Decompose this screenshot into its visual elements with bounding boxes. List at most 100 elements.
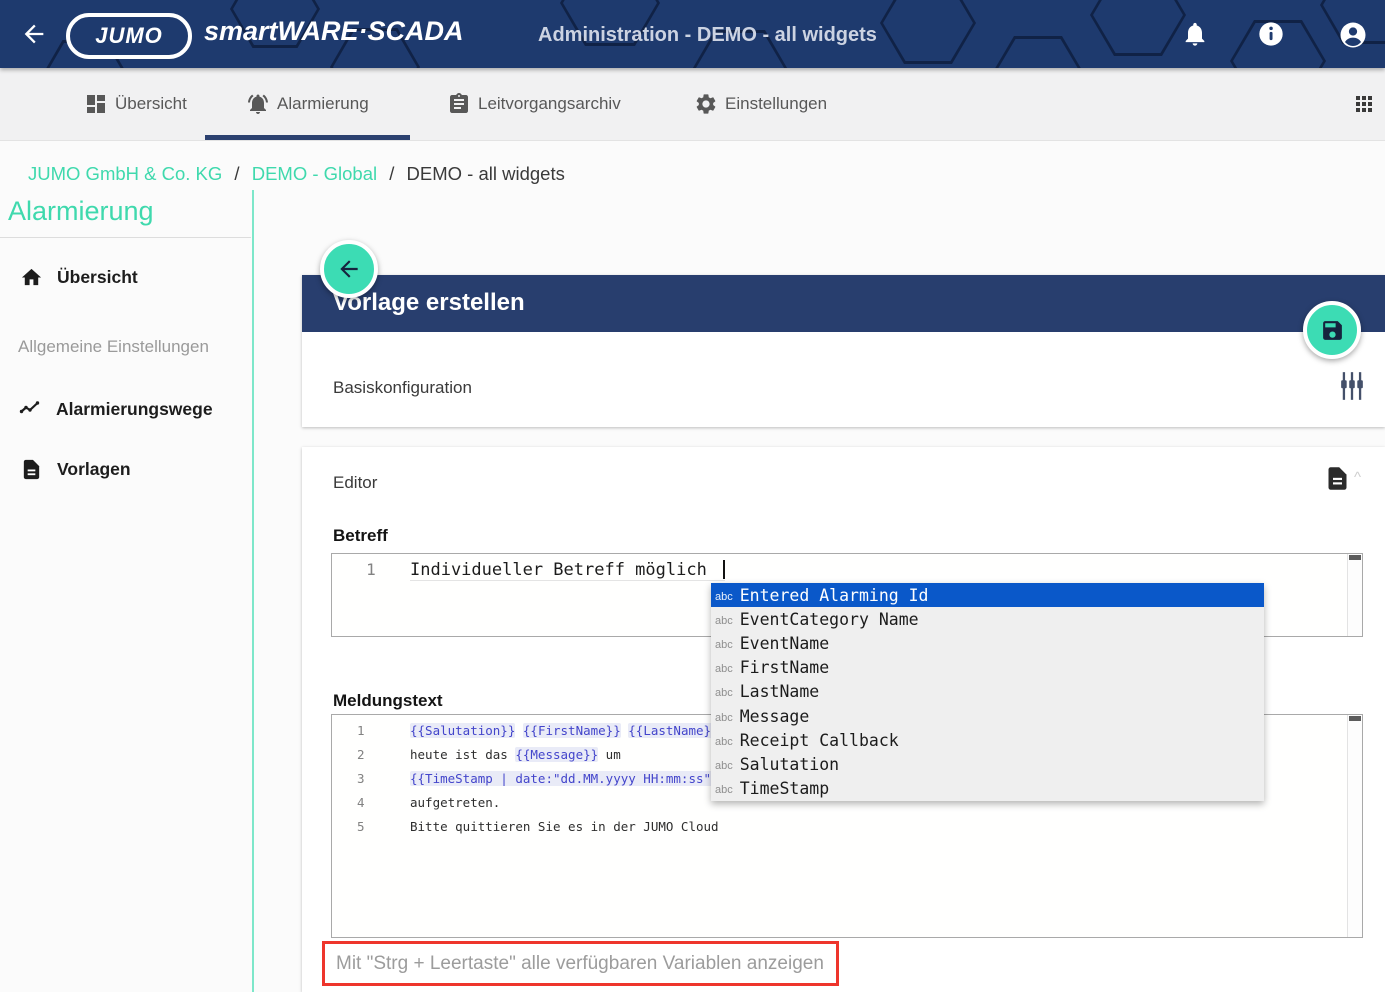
- abc-variable-type-icon: abc: [715, 784, 733, 796]
- autocomplete-item[interactable]: abcEventName: [711, 631, 1264, 655]
- code-text: heute ist das: [410, 747, 515, 762]
- bell-ring-icon: [246, 92, 270, 116]
- main-tab-bar: Übersicht Alarmierung Leitvorgangsarchiv…: [0, 68, 1385, 141]
- tab-leitvorgangsarchiv[interactable]: Leitvorgangsarchiv: [447, 68, 621, 140]
- tab-einstellungen[interactable]: Einstellungen: [694, 68, 827, 140]
- editor-line[interactable]: 5Bitte quittieren Sie es in der JUMO Clo…: [332, 815, 1362, 839]
- abc-variable-type-icon: abc: [715, 687, 733, 699]
- autocomplete-item-label: Salutation: [740, 755, 839, 774]
- jumo-logo: JUMO: [66, 13, 192, 59]
- autocomplete-item[interactable]: abcFirstName: [711, 656, 1264, 680]
- code-text: [515, 723, 523, 738]
- text-cursor: [723, 560, 725, 579]
- breadcrumb-org-link[interactable]: JUMO GmbH & Co. KG: [28, 163, 222, 184]
- sidebar-item-label: Übersicht: [57, 267, 138, 288]
- autocomplete-item[interactable]: abcMessage: [711, 704, 1264, 728]
- autocomplete-item-label: EventCategory Name: [740, 610, 919, 629]
- code-text: Bitte quittieren Sie es in der JUMO Clou…: [410, 819, 719, 834]
- autocomplete-item[interactable]: abc LastName: [711, 680, 1264, 704]
- account-icon[interactable]: [1338, 20, 1366, 48]
- tab-label: Einstellungen: [725, 94, 827, 114]
- hexagon-shape: [880, 0, 976, 64]
- tab-label: Alarmierung: [277, 94, 369, 114]
- template-document-icon[interactable]: [1324, 465, 1351, 492]
- code-text: Individueller Betreff möglich: [410, 560, 717, 580]
- basiskonfiguration-label: Basiskonfiguration: [333, 378, 472, 398]
- sidebar-item-uebersicht[interactable]: Übersicht: [20, 266, 138, 289]
- autocomplete-item[interactable]: abc Salutation: [711, 752, 1264, 776]
- jumo-logo-text: JUMO: [95, 23, 163, 49]
- gear-icon: [694, 92, 718, 116]
- abc-variable-type-icon: abc: [715, 712, 733, 724]
- sidebar-divider: [0, 237, 251, 238]
- line-number: 4: [332, 791, 410, 815]
- code-line: heute ist das {{Message}} um: [410, 743, 621, 767]
- editor-scrollbar[interactable]: [1347, 715, 1362, 937]
- editor-scrollbar[interactable]: [1347, 554, 1362, 636]
- hexagon-shape: [1090, 0, 1186, 56]
- card-header-bar: Vorlage erstellen: [302, 275, 1385, 332]
- autocomplete-item[interactable]: abc TimeStamp: [711, 777, 1264, 801]
- autocomplete-item[interactable]: abcEntered Alarming Id: [711, 583, 1264, 607]
- clipboard-icon: [447, 92, 471, 116]
- code-line: aufgetreten.: [410, 791, 500, 815]
- breadcrumb-separator: /: [227, 163, 246, 184]
- abc-variable-type-icon: abc: [715, 760, 733, 772]
- info-icon[interactable]: [1257, 20, 1285, 48]
- sliders-icon[interactable]: [1338, 371, 1366, 401]
- template-expression: {{FirstName}}: [523, 723, 621, 738]
- code-line: {{Salutation}} {{FirstName}} {{LastName}…: [410, 719, 719, 743]
- autocomplete-item[interactable]: abc EventCategory Name: [711, 607, 1264, 631]
- timeline-icon: [18, 397, 42, 421]
- annotation-red-box: Mit "Strg + Leertaste" alle verfügbaren …: [322, 941, 839, 986]
- home-icon: [20, 266, 43, 289]
- sidebar-item-vorlagen[interactable]: Vorlagen: [20, 458, 131, 481]
- autocomplete-item-label: LastName: [740, 682, 819, 701]
- code-line: Individueller Betreff möglich: [410, 560, 725, 580]
- abc-variable-type-icon: abc: [715, 663, 733, 675]
- code-text: um: [598, 747, 621, 762]
- variables-hint-text: Mit "Strg + Leertaste" alle verfügbaren …: [325, 953, 824, 975]
- template-expression: {{LastName}}: [628, 723, 718, 738]
- autocomplete-dropdown: abcEntered Alarming IdabcEventCategory N…: [711, 583, 1264, 801]
- brand-title: smartWARE·SCADA: [204, 16, 464, 47]
- page-header-title: Administration - DEMO - all widgets: [538, 24, 877, 47]
- jumo-scada-admin-page: JUMO smartWARE·SCADA Administration - DE…: [0, 0, 1385, 992]
- breadcrumb-current: DEMO - all widgets: [407, 163, 565, 184]
- tab-alarmierung[interactable]: Alarmierung: [246, 68, 369, 140]
- autocomplete-item-label: Receipt Callback: [740, 731, 899, 750]
- bell-icon[interactable]: [1181, 20, 1209, 48]
- editor-section-label: Editor: [333, 473, 377, 493]
- scrollbar-thumb[interactable]: [1349, 555, 1361, 560]
- sidebar-item-allgemeine-einstellungen[interactable]: Allgemeine Einstellungen: [18, 337, 209, 357]
- back-button[interactable]: [320, 240, 378, 298]
- apps-grid-icon[interactable]: [1352, 92, 1376, 116]
- tab-label: Übersicht: [115, 94, 187, 114]
- sidebar-item-alarmierungswege[interactable]: Alarmierungswege: [18, 397, 213, 421]
- editor-card: Editor ^ Betreff 1Individueller Betreff …: [302, 447, 1385, 992]
- breadcrumb-separator: /: [382, 163, 401, 184]
- hexagon-shape: [990, 36, 1086, 68]
- betreff-label: Betreff: [333, 526, 388, 546]
- autocomplete-item-label: Entered Alarming Id: [740, 586, 929, 605]
- vorlage-erstellen-card: Vorlage erstellen Basiskonfiguration: [302, 275, 1385, 427]
- breadcrumb-group-link[interactable]: DEMO - Global: [252, 163, 377, 184]
- line-number: 1: [332, 719, 410, 743]
- abc-variable-type-icon: abc: [715, 639, 733, 651]
- back-arrow-icon[interactable]: [20, 20, 48, 48]
- line-number: 1: [332, 560, 410, 579]
- dashboard-icon: [84, 92, 108, 116]
- editor-line[interactable]: 1Individueller Betreff möglich: [332, 554, 1362, 586]
- save-button[interactable]: [1303, 301, 1361, 359]
- app-header: JUMO smartWARE·SCADA Administration - DE…: [0, 0, 1385, 68]
- template-expression: {{Message}}: [515, 747, 598, 762]
- scrollbar-thumb[interactable]: [1349, 716, 1361, 721]
- autocomplete-item-label: TimeStamp: [740, 779, 829, 798]
- collapse-caret-icon[interactable]: ^: [1354, 469, 1361, 486]
- sidebar-title: Alarmierung: [8, 196, 154, 227]
- autocomplete-item[interactable]: abcReceipt Callback: [711, 728, 1264, 752]
- abc-variable-type-icon: abc: [715, 615, 733, 627]
- sidebar-vertical-divider: [252, 190, 254, 992]
- code-line: {{TimeStamp | date:"dd.MM.yyyy HH:mm:ss"…: [410, 767, 726, 791]
- tab-uebersicht[interactable]: Übersicht: [84, 68, 187, 140]
